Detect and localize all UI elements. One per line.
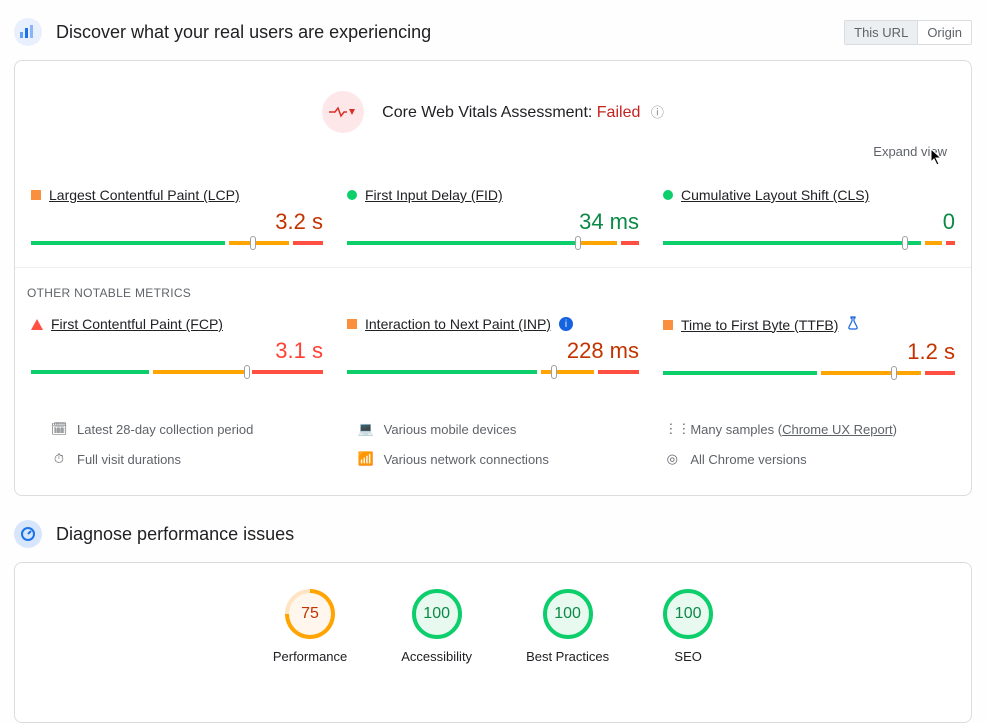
score-performance[interactable]: 75 Performance <box>273 589 347 664</box>
metric-fcp-bar <box>31 370 323 374</box>
meta-grid: 🗓 Latest 28-day collection period ⏱ Full v… <box>15 397 971 495</box>
meta-devices-text: Various mobile devices <box>384 422 517 437</box>
metric-cls-value: 0 <box>663 209 955 235</box>
help-icon[interactable]: ⓘ <box>651 105 664 120</box>
metric-lcp-name[interactable]: Largest Contentful Paint (LCP) <box>49 187 240 203</box>
section-header-discover: Discover what your real users are experi… <box>0 0 986 60</box>
url-origin-tabs: This URL Origin <box>844 20 972 45</box>
meta-network-text: Various network connections <box>384 452 549 467</box>
metric-ttfb-bar <box>663 371 955 375</box>
meta-samples-prefix: Many samples ( <box>690 422 782 437</box>
chrome-icon: ◎ <box>664 451 680 467</box>
score-performance-label: Performance <box>273 649 347 664</box>
meta-samples-suffix: ) <box>893 422 897 437</box>
gauge-icon <box>14 520 42 548</box>
metric-ttfb-value: 1.2 s <box>663 339 955 365</box>
cwv-card: Core Web Vitals Assessment: Failed ⓘ Exp… <box>14 60 972 496</box>
circle-green-icon <box>347 190 357 200</box>
metric-inp-bar <box>347 370 639 374</box>
metric-lcp-value: 3.2 s <box>31 209 323 235</box>
meta-durations-text: Full visit durations <box>77 452 181 467</box>
metric-fcp-name[interactable]: First Contentful Paint (FCP) <box>51 316 223 332</box>
metric-fcp-value: 3.1 s <box>31 338 323 364</box>
metric-inp: Interaction to Next Paint (INP) i 228 ms <box>347 316 639 375</box>
cwv-title-line: Core Web Vitals Assessment: Failed ⓘ <box>382 102 664 122</box>
metric-ttfb: Time to First Byte (TTFB) 1.2 s <box>663 316 955 375</box>
meta-samples: ⋮⋮ Many samples (Chrome UX Report) <box>664 421 935 437</box>
cwv-title-prefix: Core Web Vitals Assessment: <box>382 104 597 121</box>
cwv-metrics-row: Largest Contentful Paint (LCP) 3.2 s Fir… <box>15 171 971 268</box>
triangle-red-icon <box>31 319 43 330</box>
other-metrics-label: OTHER NOTABLE METRICS <box>15 268 971 300</box>
crux-report-link[interactable]: Chrome UX Report <box>782 422 893 437</box>
metric-cls: Cumulative Layout Shift (CLS) 0 <box>663 187 955 245</box>
flask-icon[interactable] <box>846 316 860 333</box>
meta-chrome: ◎ All Chrome versions <box>664 451 935 467</box>
metric-lcp-bar <box>31 241 323 245</box>
score-best-practices-value: 100 <box>554 605 581 623</box>
tab-origin[interactable]: Origin <box>917 21 971 44</box>
meta-durations: ⏱ Full visit durations <box>51 451 322 467</box>
pulse-icon <box>322 91 364 133</box>
square-orange-icon <box>347 319 357 329</box>
other-metrics-row: First Contentful Paint (FCP) 3.1 s Inter… <box>15 300 971 397</box>
section-header-diagnose: Diagnose performance issues <box>0 510 986 562</box>
metric-ttfb-name[interactable]: Time to First Byte (TTFB) <box>681 317 838 333</box>
circle-green-icon <box>663 190 673 200</box>
metric-cls-name[interactable]: Cumulative Layout Shift (CLS) <box>681 187 869 203</box>
meta-chrome-text: All Chrome versions <box>690 452 806 467</box>
metric-inp-name[interactable]: Interaction to Next Paint (INP) <box>365 316 551 332</box>
square-orange-icon <box>31 190 41 200</box>
expand-view-link[interactable]: Expand view <box>873 144 947 159</box>
metric-lcp: Largest Contentful Paint (LCP) 3.2 s <box>31 187 323 245</box>
score-best-practices[interactable]: 100 Best Practices <box>526 589 609 664</box>
metric-fid: First Input Delay (FID) 34 ms <box>347 187 639 245</box>
meta-network: 📶 Various network connections <box>358 451 629 467</box>
score-accessibility[interactable]: 100 Accessibility <box>401 589 472 664</box>
info-icon[interactable]: i <box>559 317 573 331</box>
discover-title: Discover what your real users are experi… <box>56 22 431 43</box>
samples-icon: ⋮⋮ <box>664 421 680 437</box>
metric-fid-value: 34 ms <box>347 209 639 235</box>
users-icon <box>14 18 42 46</box>
score-best-practices-label: Best Practices <box>526 649 609 664</box>
square-orange-icon <box>663 320 673 330</box>
cwv-status: Failed <box>597 104 641 121</box>
cwv-header: Core Web Vitals Assessment: Failed ⓘ <box>15 61 971 143</box>
score-accessibility-label: Accessibility <box>401 649 472 664</box>
meta-period: 🗓 Latest 28-day collection period <box>51 421 322 437</box>
expand-row: Expand view <box>15 143 971 171</box>
metric-inp-value: 228 ms <box>347 338 639 364</box>
diagnose-card: 75 Performance 100 Accessibility 100 Bes… <box>14 562 972 723</box>
wifi-icon: 📶 <box>358 451 374 467</box>
scores-row: 75 Performance 100 Accessibility 100 Bes… <box>15 563 971 682</box>
score-seo-label: SEO <box>674 649 701 664</box>
metric-fid-bar <box>347 241 639 245</box>
score-seo-value: 100 <box>675 605 702 623</box>
score-seo[interactable]: 100 SEO <box>663 589 713 664</box>
score-performance-value: 75 <box>301 605 319 623</box>
metric-fid-name[interactable]: First Input Delay (FID) <box>365 187 503 203</box>
tab-this-url[interactable]: This URL <box>845 21 917 44</box>
metric-fcp: First Contentful Paint (FCP) 3.1 s <box>31 316 323 375</box>
timer-icon: ⏱ <box>51 451 67 467</box>
section-header-left: Discover what your real users are experi… <box>14 18 431 46</box>
meta-period-text: Latest 28-day collection period <box>77 422 253 437</box>
calendar-icon: 🗓 <box>51 421 67 437</box>
diagnose-title: Diagnose performance issues <box>56 524 294 545</box>
devices-icon: 💻 <box>358 421 374 437</box>
metric-cls-bar <box>663 241 955 245</box>
meta-devices: 💻 Various mobile devices <box>358 421 629 437</box>
score-accessibility-value: 100 <box>423 605 450 623</box>
